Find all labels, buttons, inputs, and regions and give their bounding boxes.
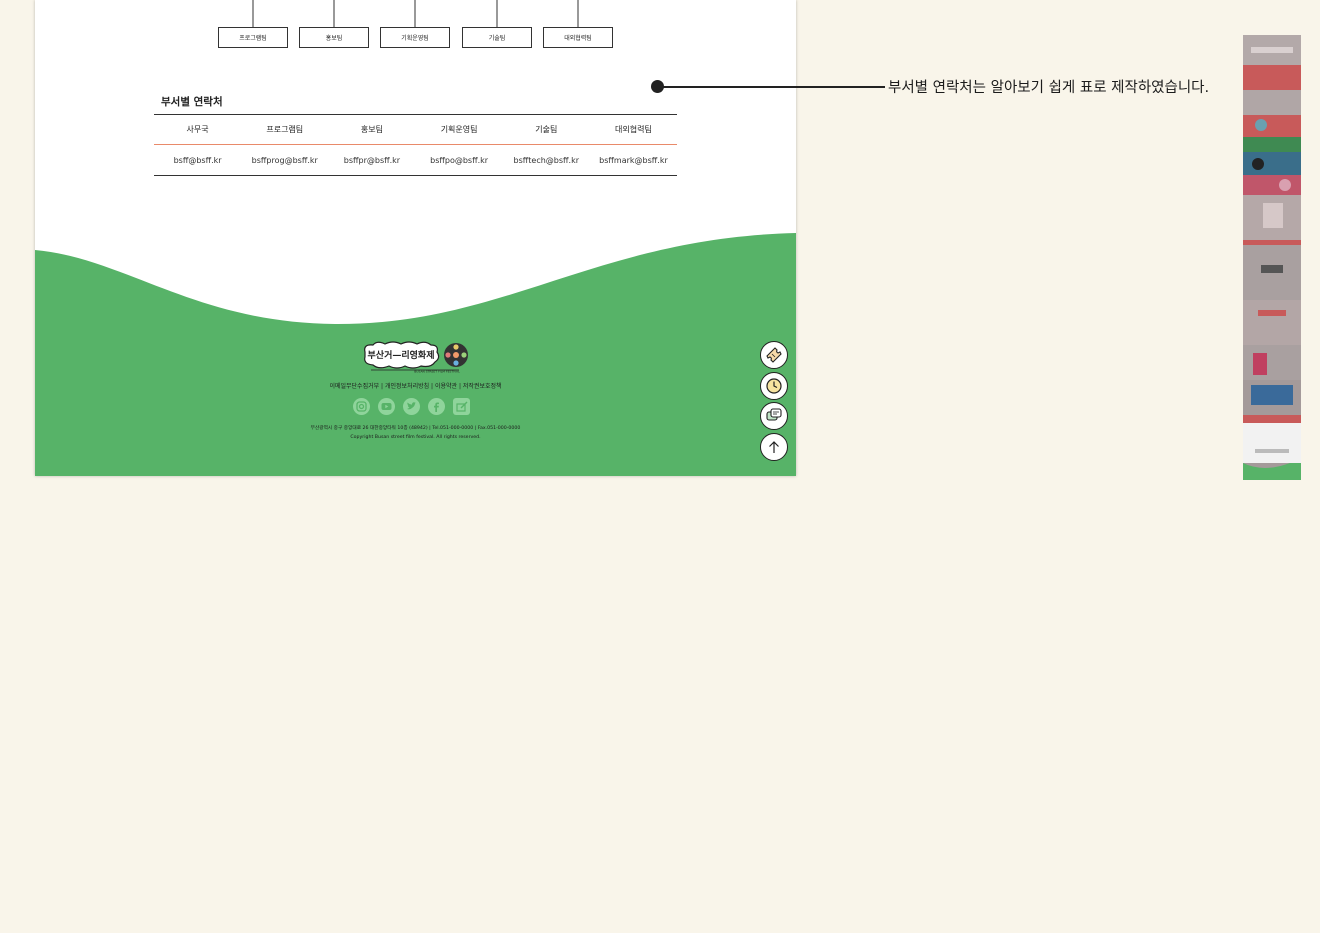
instagram-icon[interactable] — [353, 398, 370, 415]
email-link[interactable]: bsffprog@bsff.kr — [241, 156, 328, 165]
team-box-external: 대외협력팀 — [543, 27, 613, 48]
arrow-up-icon — [769, 441, 779, 453]
email-link[interactable]: bsff@bsff.kr — [154, 156, 241, 165]
email-link[interactable]: bsffpo@bsff.kr — [416, 156, 503, 165]
team-box-pr: 홍보팀 — [299, 27, 369, 48]
table-header-row: 사무국 프로그램팀 홍보팀 기획운영팀 기술팀 대외협력팀 — [154, 115, 677, 145]
logo-text: 부산거—리영화제 — [368, 349, 435, 361]
table-header-cell: 프로그램팀 — [266, 125, 304, 134]
social-links — [353, 398, 470, 415]
email-link[interactable]: bsffmark@bsff.kr — [590, 156, 677, 165]
contacts-title: 부서별 연락처 — [161, 96, 223, 108]
ticket-button[interactable] — [760, 341, 788, 369]
chat-icon — [766, 408, 782, 421]
contacts-table: 사무국 프로그램팀 홍보팀 기획운영팀 기술팀 대외협력팀 bsff@bsff.… — [154, 114, 677, 176]
ticket-icon — [766, 347, 782, 363]
table-row: bsff@bsff.kr bsffprog@bsff.kr bsffpr@bsf… — [154, 145, 677, 175]
logo-subtext: BUSAN STREET FILM FESTIVAL — [414, 370, 460, 374]
team-box-tech: 기술팀 — [462, 27, 532, 48]
youtube-icon[interactable] — [378, 398, 395, 415]
email-link[interactable]: bsffpr@bsff.kr — [328, 156, 415, 165]
table-header-cell: 기획운영팀 — [440, 125, 478, 134]
footer-copyright: Copyright Busan street film festival. Al… — [350, 435, 481, 440]
clock-icon — [766, 378, 782, 394]
table-header-cell: 사무국 — [186, 125, 209, 134]
email-link[interactable]: bsfftech@bsff.kr — [503, 156, 590, 165]
footer-links[interactable]: 이메일무단수집거부 | 개인정보처리방침 | 이용약관 | 저작권보호정책 — [35, 381, 796, 390]
footer-address: 부산광역시 중구 중앙대로 26 대한중앙타워 10층 (48942) | Te… — [310, 426, 521, 431]
page-minimap[interactable] — [1243, 35, 1301, 480]
twitter-icon[interactable] — [403, 398, 420, 415]
team-box-planning: 기획운영팀 — [380, 27, 450, 48]
annotation-text: 부서별 연락처는 알아보기 쉽게 표로 제작하였습니다. — [888, 80, 1210, 96]
table-header-cell: 대외협력팀 — [615, 125, 652, 134]
facebook-icon[interactable] — [428, 398, 445, 415]
team-box-program: 프로그램팀 — [218, 27, 288, 48]
schedule-button[interactable] — [760, 372, 788, 400]
chat-button[interactable] — [760, 402, 788, 430]
scroll-top-button[interactable] — [760, 433, 788, 461]
festival-logo[interactable]: 부산거—리영화제 BUSAN STREET FILM FESTIVAL — [361, 340, 471, 374]
table-header-cell: 홍보팀 — [360, 125, 383, 134]
blog-icon[interactable] — [453, 398, 470, 415]
page-frame: 프로그램팀 홍보팀 기획운영팀 기술팀 대외협력팀 부서별 연락처 사무국 프로… — [35, 0, 796, 476]
table-header-cell: 기술팀 — [535, 125, 558, 134]
callout-line — [657, 86, 885, 88]
